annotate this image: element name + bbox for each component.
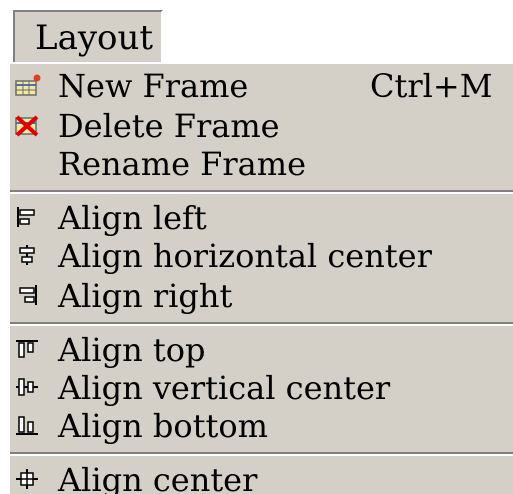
- menu-item-align-left[interactable]: Align left: [10, 198, 513, 238]
- menu-item-rename-frame[interactable]: Rename Frame: [10, 144, 513, 184]
- menu-item-label: Align left: [58, 199, 207, 237]
- align-center-icon: [14, 467, 42, 491]
- menu-item-label: Delete Frame: [58, 107, 280, 145]
- menu-item-align-bottom[interactable]: Align bottom: [10, 406, 513, 446]
- menu-item-delete-frame[interactable]: Delete Frame: [10, 106, 513, 146]
- menu-item-align-vertical-center[interactable]: Align vertical center: [10, 368, 513, 408]
- menu-item-label: Align right: [58, 277, 233, 315]
- align-vertical-center-icon: [14, 375, 42, 399]
- menu-item-new-frame[interactable]: New Frame Ctrl+M: [10, 66, 513, 106]
- menu-item-label: Align horizontal center: [58, 237, 432, 275]
- menu-item-label: Align vertical center: [58, 369, 391, 407]
- menu-item-label: Align center: [58, 461, 258, 494]
- menu-separator: [10, 190, 513, 194]
- align-horizontal-center-icon: [14, 243, 42, 267]
- align-left-icon: [14, 205, 42, 229]
- menu-item-align-top[interactable]: Align top: [10, 330, 513, 370]
- layout-dropdown-menu: New Frame Ctrl+M Delete Frame Rename Fra…: [8, 62, 513, 494]
- menu-item-align-horizontal-center[interactable]: Align horizontal center: [10, 236, 513, 276]
- align-right-icon: [14, 283, 42, 307]
- menu-item-label: Rename Frame: [58, 145, 307, 183]
- menu-item-label: Align top: [58, 331, 206, 369]
- menu-item-label: Align bottom: [58, 407, 268, 445]
- menu-separator: [10, 452, 513, 456]
- menu-item-align-right[interactable]: Align right: [10, 276, 513, 316]
- new-frame-icon: [14, 73, 42, 97]
- menu-item-label: New Frame: [58, 67, 249, 105]
- menu-separator: [10, 322, 513, 326]
- delete-frame-icon: [14, 113, 42, 137]
- menu-item-shortcut: Ctrl+M: [370, 67, 493, 105]
- align-top-icon: [14, 337, 42, 361]
- menu-bar: Layout: [0, 0, 513, 62]
- menu-item-align-center[interactable]: Align center: [10, 460, 513, 494]
- align-bottom-icon: [14, 413, 42, 437]
- layout-menu-title[interactable]: Layout: [13, 10, 163, 62]
